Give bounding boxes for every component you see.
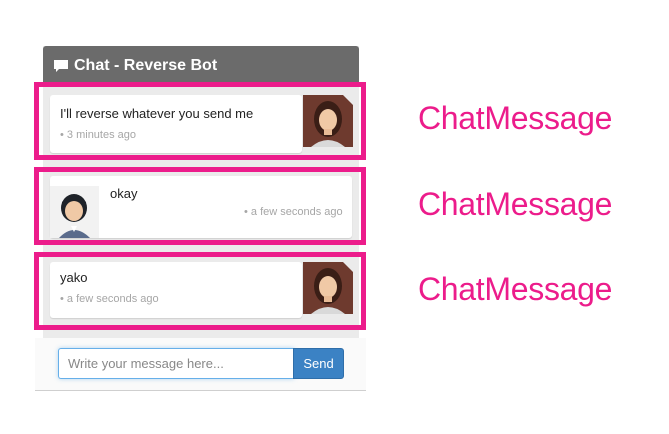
chat-message-annotation: ChatMessage	[418, 271, 613, 307]
woman-avatar-icon	[303, 262, 353, 314]
chat-header: Chat - Reverse Bot	[43, 46, 359, 86]
message-text: I'll reverse whatever you send me	[60, 106, 254, 121]
woman-avatar-icon	[303, 95, 353, 147]
chat-bubble-icon	[53, 58, 69, 74]
message-timestamp: • 3 minutes ago	[60, 129, 137, 141]
chat-message	[50, 262, 302, 318]
message-timestamp: • a few seconds ago	[60, 293, 159, 305]
chat-message-annotation: ChatMessage	[418, 186, 613, 222]
chat-title: Chat - Reverse Bot	[74, 57, 218, 74]
message-input[interactable]	[58, 348, 294, 379]
message-timestamp: • a few seconds ago	[244, 206, 343, 218]
message-text: yako	[60, 270, 88, 285]
man-avatar-icon	[50, 186, 99, 238]
chat-message-annotation: ChatMessage	[418, 100, 613, 136]
send-button[interactable]: Send	[293, 348, 344, 379]
chat-message	[50, 95, 302, 153]
message-text: okay	[110, 186, 138, 201]
